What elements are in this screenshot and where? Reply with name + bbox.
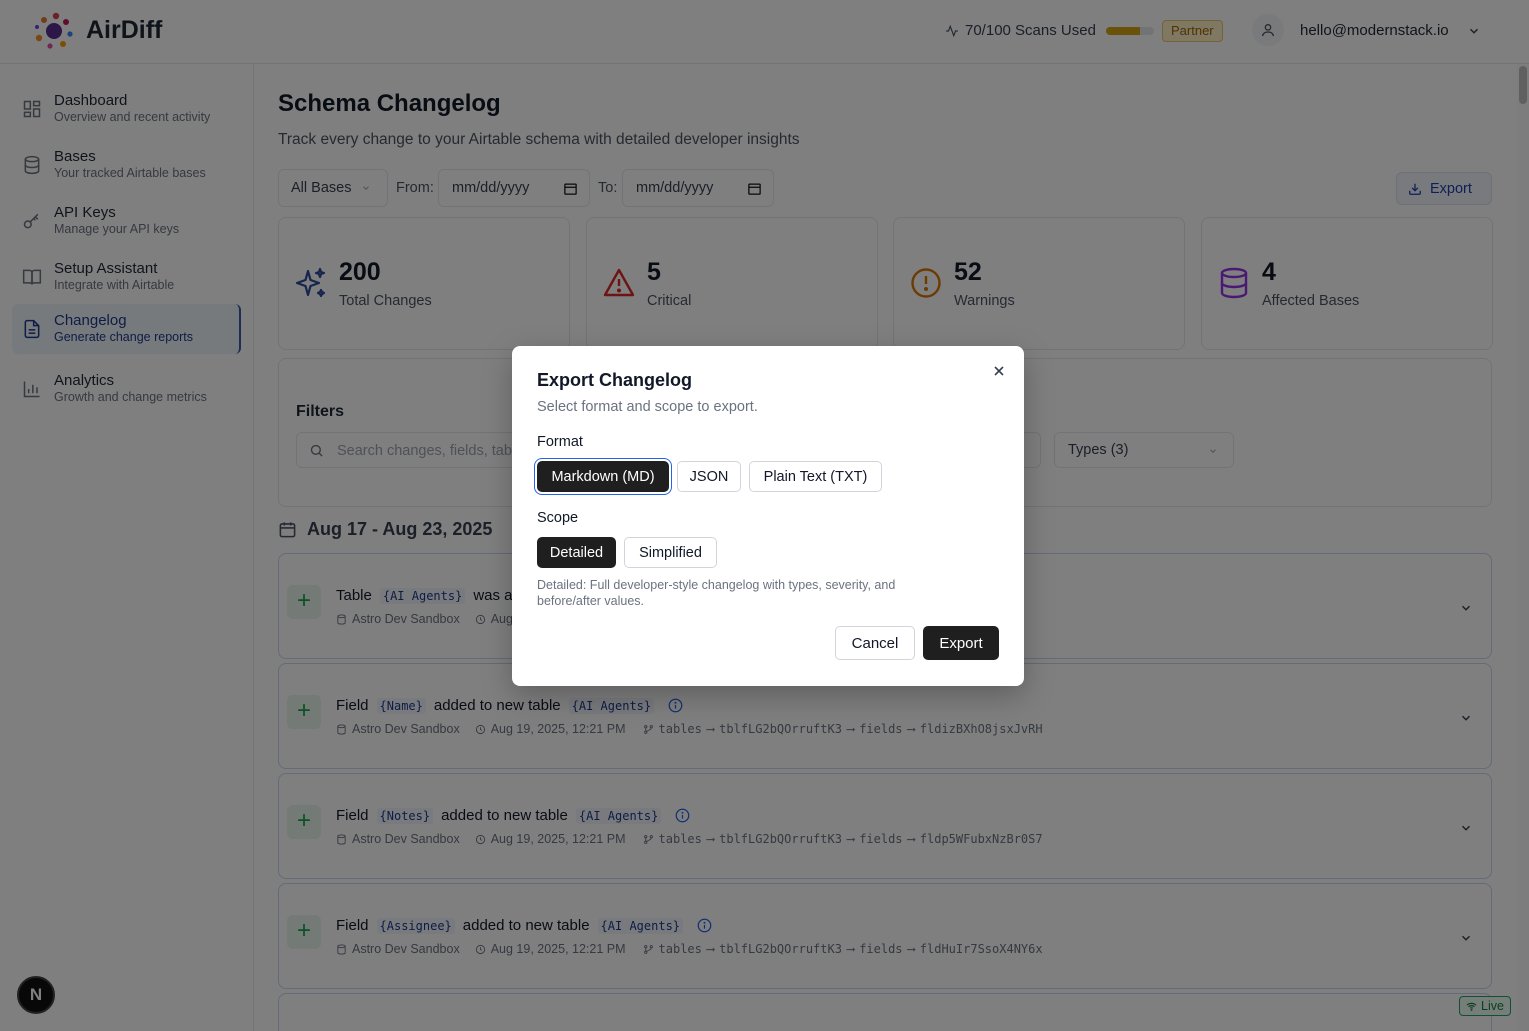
dialog-title: Export Changelog (537, 370, 693, 390)
export-changelog-dialog: Export Changelog Select format and scope… (512, 346, 1024, 686)
export-confirm-button[interactable]: Export (923, 626, 999, 660)
dialog-subtitle: Select format and scope to export. (537, 399, 758, 415)
close-icon[interactable] (991, 363, 1007, 379)
cancel-button[interactable]: Cancel (835, 626, 915, 660)
scope-label: Scope (537, 510, 579, 526)
scope-description: Detailed: Full developer-style changelog… (537, 578, 896, 608)
scope-option-simplified[interactable]: Simplified (624, 537, 717, 568)
scope-option-detailed[interactable]: Detailed (537, 537, 616, 568)
format-label: Format (537, 434, 583, 450)
format-option-markdown[interactable]: Markdown (MD) (537, 461, 669, 492)
format-option-plain-text[interactable]: Plain Text (TXT) (749, 461, 882, 492)
format-option-json[interactable]: JSON (677, 461, 741, 492)
